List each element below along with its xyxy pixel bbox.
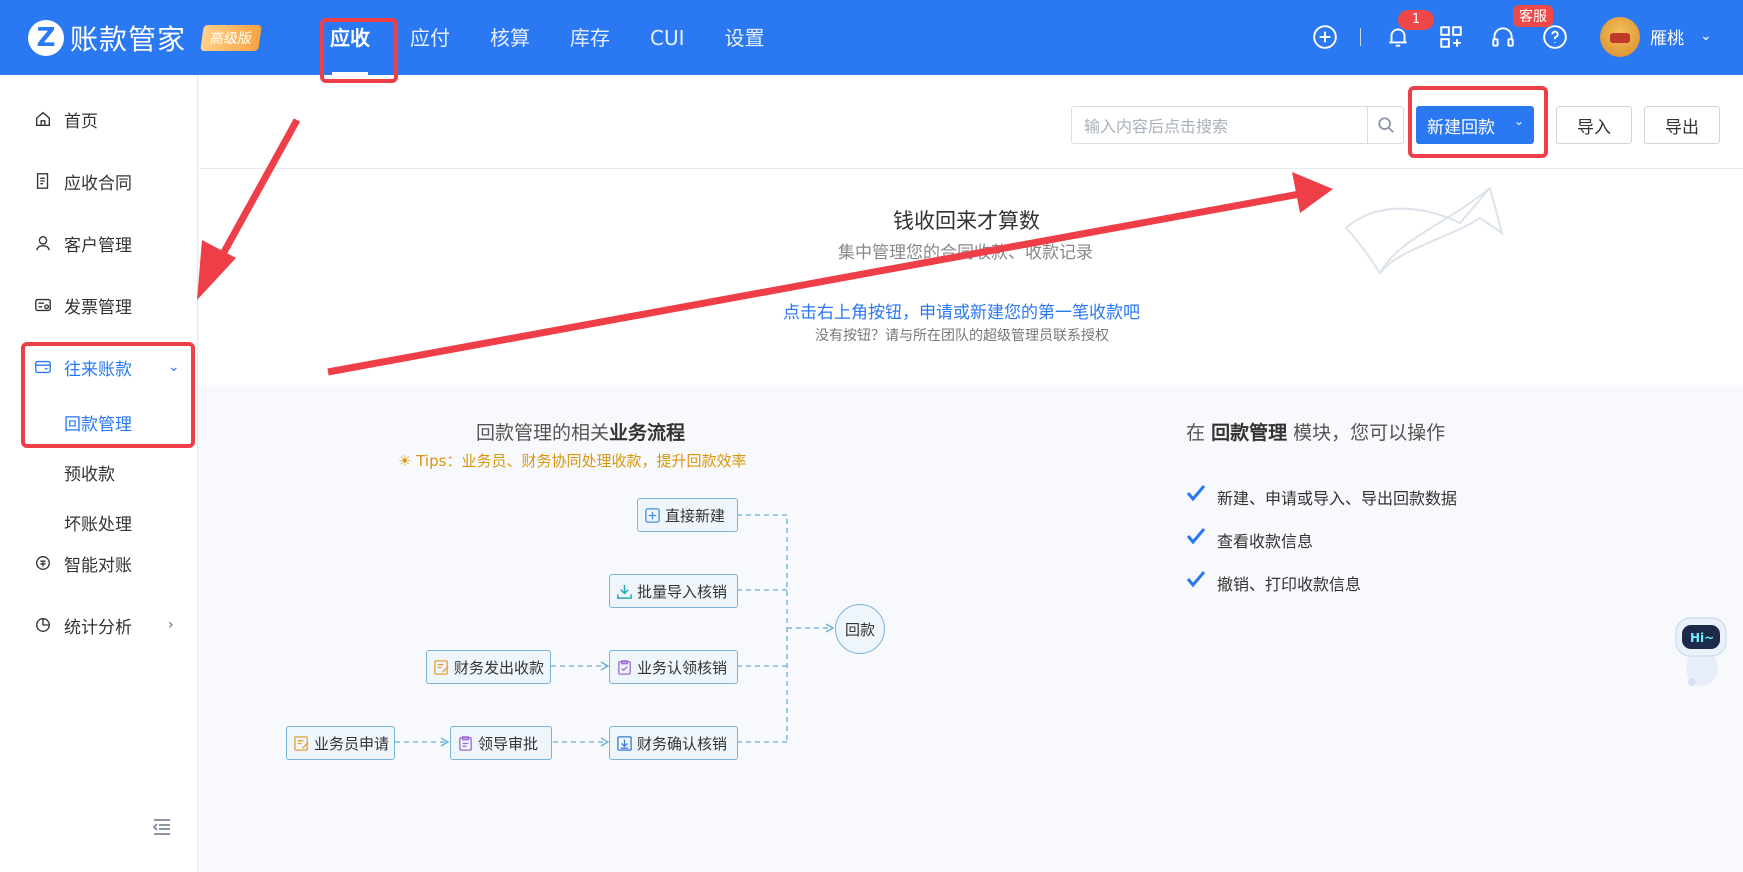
operation-item: 撤销、打印收款信息: [1217, 575, 1362, 594]
add-doc-icon: [645, 507, 660, 523]
clipboard-icon: [459, 735, 472, 751]
highlight-sidebar-payment: [21, 342, 195, 448]
check-icon: [1186, 485, 1206, 502]
import-icon: [617, 584, 632, 599]
flow-node-finance-confirm: 财务确认核销: [609, 726, 738, 760]
flow-node-batch-import: 批量导入核销: [609, 574, 738, 608]
assistant-robot[interactable]: Hi~: [1668, 612, 1732, 692]
operation-item: 查看收款信息: [1217, 532, 1314, 551]
flow-node-biz-claim: 业务认领核销: [609, 650, 738, 684]
clipboard-check-icon: [618, 659, 631, 675]
robot-label: Hi~: [1690, 631, 1715, 645]
download-doc-icon: [617, 735, 632, 751]
flow-node-direct-new: 直接新建: [637, 498, 738, 532]
edit-doc-icon: [294, 735, 309, 751]
flow-node-finance-issue: 财务发出收款: [426, 650, 551, 684]
highlight-new-payment: [1408, 86, 1548, 158]
edit-doc-icon: [434, 659, 449, 675]
operations-title: 在 回款管理 模块，您可以操作: [1186, 422, 1446, 444]
check-icon: [1186, 571, 1206, 588]
check-icon: [1186, 528, 1206, 545]
operation-item: 新建、申请或导入、导出回款数据: [1217, 489, 1458, 508]
flow-node-leader-approve: 领导审批: [450, 726, 552, 760]
flow-node-sales-apply: 业务员申请: [286, 726, 395, 760]
robot-icon: [1675, 617, 1727, 686]
flow-node-end: 回款: [835, 604, 885, 654]
highlight-nav-receivable: [320, 18, 398, 83]
